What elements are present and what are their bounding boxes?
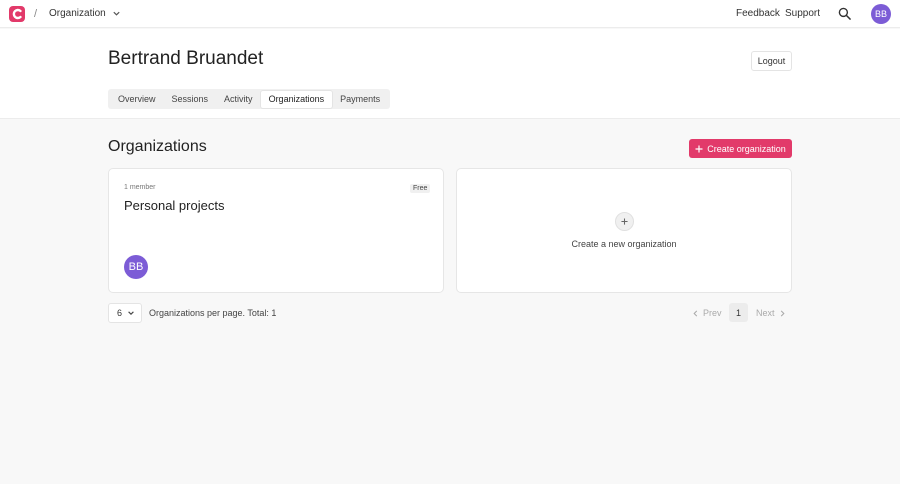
per-page-select[interactable]: 6 (108, 303, 142, 323)
prev-page-button[interactable]: Prev (692, 308, 722, 318)
member-count: 1 member (124, 184, 156, 191)
chevron-right-icon (780, 310, 785, 316)
tab-organizations[interactable]: Organizations (260, 90, 333, 108)
plus-icon (695, 145, 703, 152)
next-page-button[interactable]: Next (756, 308, 786, 318)
page-number-button[interactable]: 1 (729, 303, 748, 322)
section-title: Organizations (108, 138, 207, 155)
chevron-left-icon (693, 310, 698, 316)
top-navigation-bar: / Organization Feedback Support BB (0, 0, 900, 28)
tab-activity[interactable]: Activity (216, 91, 261, 108)
tab-overview[interactable]: Overview (110, 91, 164, 108)
organization-switcher-label: Organization (49, 8, 106, 19)
create-organization-label: Create organization (707, 143, 786, 154)
create-new-organization-card[interactable]: Create a new organization (456, 168, 792, 293)
plus-circle-icon (615, 212, 634, 231)
organization-switcher[interactable]: Organization (49, 8, 121, 19)
create-new-organization-label: Create a new organization (571, 239, 677, 249)
app-logo-icon[interactable] (9, 6, 25, 22)
user-avatar[interactable]: BB (871, 4, 891, 24)
next-page-label: Next (756, 308, 775, 318)
organization-name: Personal projects (124, 198, 225, 213)
tab-sessions[interactable]: Sessions (164, 91, 217, 108)
breadcrumb-separator: / (34, 8, 38, 20)
page-title: Bertrand Bruandet (108, 48, 264, 69)
feedback-link[interactable]: Feedback (736, 8, 780, 19)
plan-badge: Free (410, 184, 431, 193)
prev-page-label: Prev (703, 308, 722, 318)
chevron-down-icon (128, 311, 134, 315)
logout-button[interactable]: Logout (751, 51, 792, 71)
search-icon[interactable] (838, 7, 851, 20)
create-organization-button[interactable]: Create organization (689, 139, 792, 158)
support-link[interactable]: Support (785, 8, 820, 19)
profile-header: Bertrand Bruandet Logout Overview Sessio… (0, 29, 900, 119)
organization-card[interactable]: 1 member Free Personal projects BB (108, 168, 444, 293)
tab-payments[interactable]: Payments (332, 91, 388, 108)
per-page-label: Organizations per page. Total: 1 (149, 308, 277, 318)
per-page-value: 6 (117, 308, 123, 318)
chevron-down-icon (113, 11, 120, 16)
profile-tabs: Overview Sessions Activity Organizations… (108, 89, 391, 109)
member-avatar: BB (124, 255, 148, 279)
